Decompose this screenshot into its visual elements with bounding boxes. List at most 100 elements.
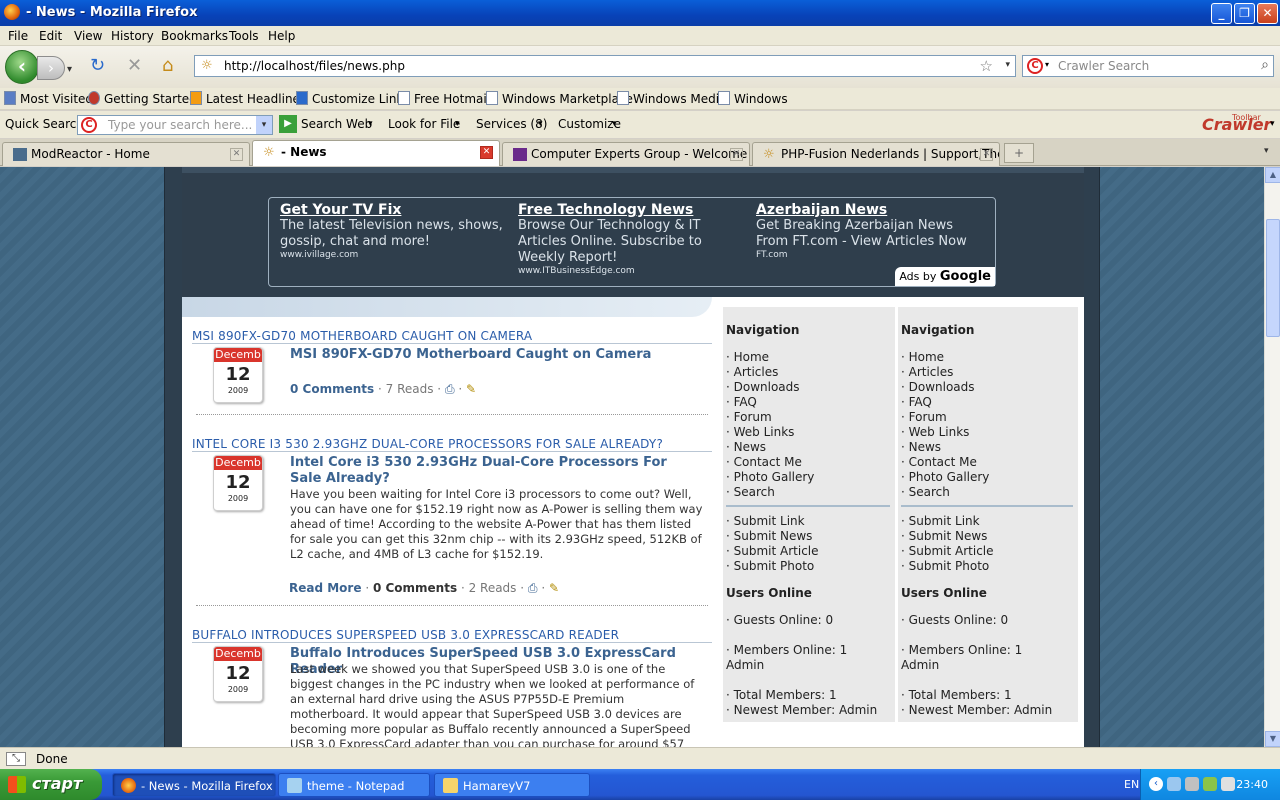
sidebar-link-articles[interactable]: · Articles <box>726 365 778 379</box>
volume-icon[interactable] <box>1221 777 1235 791</box>
sidebar-link-submit-article[interactable]: · Submit Article <box>726 544 819 558</box>
comments-link[interactable]: 0 Comments <box>290 382 374 396</box>
comments-link[interactable]: 0 Comments <box>373 581 457 595</box>
sidebar-link-search[interactable]: · Search <box>726 485 775 499</box>
quick-search-dropdown-icon[interactable]: ▾ <box>256 116 272 134</box>
start-button[interactable]: старт <box>0 769 102 800</box>
news-caption[interactable]: MSI 890FX-GD70 MOTHERBOARD CAUGHT ON CAM… <box>192 329 532 343</box>
sidebar-link-contact-me[interactable]: · Contact Me <box>901 455 977 469</box>
ad-title[interactable]: Azerbaijan News <box>756 202 982 218</box>
tab-close-icon[interactable]: ✕ <box>730 148 743 161</box>
sidebar-link-news[interactable]: · News <box>726 440 766 454</box>
menu-history[interactable]: History <box>111 29 154 43</box>
menu-bookmarks[interactable]: Bookmarks <box>161 29 228 43</box>
url-dropdown-icon[interactable]: ▾ <box>1005 60 1010 70</box>
member-name[interactable]: Admin <box>726 658 764 672</box>
news-caption[interactable]: BUFFALO INTRODUCES SUPERSPEED USB 3.0 EX… <box>192 628 619 642</box>
tab-news[interactable]: ☼ - News ✕ <box>252 140 500 166</box>
ad-title[interactable]: Get Your TV Fix <box>280 202 506 218</box>
sidebar-link-articles[interactable]: · Articles <box>901 365 953 379</box>
tray-expand-icon[interactable]: ‹ <box>1149 777 1163 791</box>
newest-member[interactable]: · Newest Member: Admin <box>726 703 877 717</box>
menu-tools[interactable]: Tools <box>229 29 259 43</box>
sidebar-link-submit-photo[interactable]: · Submit Photo <box>726 559 814 573</box>
bookmark-windows-marketplace[interactable]: Windows Marketplace <box>486 91 633 106</box>
vertical-scrollbar[interactable]: ▲ ▼ <box>1264 167 1280 747</box>
news-caption[interactable]: INTEL CORE I3 530 2.93GHZ DUAL-CORE PROC… <box>192 437 663 451</box>
newest-member[interactable]: · Newest Member: Admin <box>901 703 1052 717</box>
sidebar-link-submit-link[interactable]: · Submit Link <box>901 514 980 528</box>
bookmark-getting-started[interactable]: Getting Started <box>88 91 197 106</box>
sidebar-link-photo-gallery[interactable]: · Photo Gallery <box>726 470 814 484</box>
sidebar-link-home[interactable]: · Home <box>726 350 769 364</box>
engine-dropdown-icon[interactable]: ▾ <box>1045 60 1049 69</box>
menu-file[interactable]: File <box>8 29 28 43</box>
print-icon[interactable]: ⎙ <box>445 382 455 396</box>
sidebar-link-submit-news[interactable]: · Submit News <box>901 529 987 543</box>
ads-by-google-link[interactable]: Ads by Google <box>895 267 995 286</box>
forward-button[interactable]: › <box>37 56 65 80</box>
scrollbar-thumb[interactable] <box>1266 219 1280 337</box>
sidebar-link-submit-link[interactable]: · Submit Link <box>726 514 805 528</box>
language-indicator[interactable]: EN <box>1124 778 1139 791</box>
quick-search-input[interactable]: C Type your search here... ▾ <box>77 115 273 135</box>
sidebar-link-home[interactable]: · Home <box>901 350 944 364</box>
sidebar-link-web-links[interactable]: · Web Links <box>901 425 969 439</box>
edit-pencil-icon[interactable]: ✎ <box>549 581 559 595</box>
member-name[interactable]: Admin <box>901 658 939 672</box>
sidebar-link-downloads[interactable]: · Downloads <box>901 380 975 394</box>
stop-icon[interactable]: ✕ <box>127 57 142 75</box>
sidebar-link-forum[interactable]: · Forum <box>726 410 772 424</box>
bookmark-most-visited[interactable]: Most Visited <box>4 91 93 106</box>
bookmark-free-hotmail[interactable]: Free Hotmail <box>398 91 490 106</box>
bookmark-latest-headlines[interactable]: Latest Headlines <box>190 91 306 106</box>
sidebar-link-downloads[interactable]: · Downloads <box>726 380 800 394</box>
reload-icon[interactable]: ↻ <box>90 57 105 75</box>
sidebar-link-contact-me[interactable]: · Contact Me <box>726 455 802 469</box>
home-icon[interactable]: ⌂ <box>162 57 173 75</box>
tab-close-icon[interactable]: ✕ <box>480 146 493 159</box>
scroll-up-arrow-icon[interactable]: ▲ <box>1265 167 1280 183</box>
search-go-icon[interactable]: ▶ <box>279 115 297 133</box>
menu-help[interactable]: Help <box>268 29 295 43</box>
services-button[interactable]: Services (8) <box>476 117 547 131</box>
menu-edit[interactable]: Edit <box>39 29 62 43</box>
tab-close-icon[interactable]: ✕ <box>980 148 993 161</box>
sidebar-link-faq[interactable]: · FAQ <box>901 395 932 409</box>
sidebar-link-web-links[interactable]: · Web Links <box>726 425 794 439</box>
taskbar-item-folder[interactable]: HamareyV7 <box>434 773 590 797</box>
url-bar[interactable]: ☼ http://localhost/files/news.php ☆ ▾ <box>194 55 1016 77</box>
news-headline[interactable]: Intel Core i3 530 2.93GHz Dual-Core Proc… <box>290 455 700 487</box>
tray-app-icon[interactable] <box>1185 777 1199 791</box>
magnifier-icon[interactable]: ⌕ <box>1261 57 1269 73</box>
sidebar-link-search[interactable]: · Search <box>901 485 950 499</box>
tab-computer-experts[interactable]: Computer Experts Group - Welcome! ✕ <box>502 142 750 166</box>
sidebar-link-forum[interactable]: · Forum <box>901 410 947 424</box>
ad-item[interactable]: Free Technology News Browse Our Technolo… <box>518 202 744 276</box>
tray-app-icon[interactable] <box>1203 777 1217 791</box>
ad-item[interactable]: Get Your TV Fix The latest Television ne… <box>280 202 506 260</box>
search-web-button[interactable]: Search Web <box>301 117 372 131</box>
customize-dropdown-icon[interactable]: ▾ <box>612 119 617 129</box>
back-button[interactable]: ‹ <box>5 50 39 84</box>
bookmark-star-icon[interactable]: ☆ <box>980 57 993 75</box>
read-more-link[interactable]: Read More <box>289 581 362 595</box>
print-icon[interactable]: ⎙ <box>528 581 538 595</box>
sidebar-link-faq[interactable]: · FAQ <box>726 395 757 409</box>
services-dropdown-icon[interactable]: ▾ <box>538 119 543 129</box>
scroll-down-arrow-icon[interactable]: ▼ <box>1265 731 1280 747</box>
network-icon[interactable] <box>1167 777 1181 791</box>
new-tab-button[interactable]: + <box>1004 143 1034 163</box>
tab-modreactor[interactable]: ModReactor - Home ✕ <box>2 142 250 166</box>
sidebar-link-submit-news[interactable]: · Submit News <box>726 529 812 543</box>
title-bar[interactable]: - News - Mozilla Firefox _ ❐ ✕ <box>0 0 1280 26</box>
tab-php-fusion[interactable]: ☼ PHP-Fusion Nederlands | Support,Them..… <box>752 142 1000 166</box>
menu-view[interactable]: View <box>74 29 102 43</box>
maximize-button[interactable]: ❐ <box>1234 3 1255 24</box>
sidebar-link-submit-photo[interactable]: · Submit Photo <box>901 559 989 573</box>
crawler-engine-icon[interactable]: C <box>1027 58 1043 74</box>
taskbar-item-firefox[interactable]: - News - Mozilla Firefox <box>112 773 276 797</box>
search-web-dropdown-icon[interactable]: ▾ <box>368 119 373 129</box>
clock[interactable]: 23:40 <box>1236 778 1268 791</box>
close-button[interactable]: ✕ <box>1257 3 1278 24</box>
